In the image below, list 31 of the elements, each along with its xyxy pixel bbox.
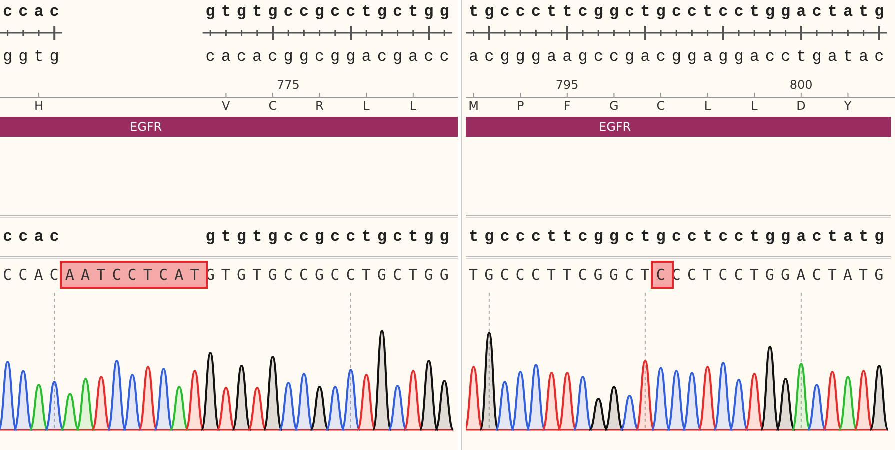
amino-acid: M [468, 99, 479, 113]
top-strand-sequence: ccac [2, 3, 66, 21]
consensus-sequence: gtgtgccgcctgctgg [204, 228, 456, 246]
amino-acid: F [564, 99, 571, 113]
amino-acid: R [316, 99, 324, 113]
read-sequence: TGCCCTTCGGCT C CCTCCTGGACTATG [466, 266, 890, 284]
amino-acid: C [268, 99, 278, 113]
amino-acid: H [34, 99, 44, 113]
amino-acid: D [796, 99, 806, 113]
bottom-strand-sequence: cacacggcggacgacc [204, 48, 456, 66]
top-strand-sequence: tgcccttcggctgcctcctggactatg [468, 3, 890, 21]
position-number: 800 [790, 78, 813, 92]
amino-acid: L [751, 99, 758, 113]
amino-acid: G [609, 99, 619, 113]
consensus-sequence: ccac [2, 228, 66, 246]
feature-label: EGFR [130, 120, 162, 134]
amino-acid: C [656, 99, 666, 113]
position-number: 795 [556, 78, 579, 92]
read-sequence: CCAC AATCCTCAT GTGTGCCGCCTGCTGG [0, 266, 456, 284]
bottom-strand-sequence: acgggaagccgacggaggacctgatac [468, 48, 890, 66]
amino-acid: Y [844, 99, 852, 113]
top-strand-sequence: gtgtgccgcctgctgg [204, 3, 456, 21]
bottom-strand-sequence: ggtg [2, 48, 66, 66]
amino-acid: P [516, 99, 524, 113]
position-number: 775 [277, 78, 300, 92]
amino-acid: L [410, 99, 417, 113]
amino-acid: L [704, 99, 712, 113]
amino-acid: V [222, 99, 230, 113]
feature-label: EGFR [599, 120, 632, 134]
consensus-sequence: tgcccttcggctgcctcctggactatg [468, 228, 890, 246]
amino-acid: L [363, 99, 370, 113]
